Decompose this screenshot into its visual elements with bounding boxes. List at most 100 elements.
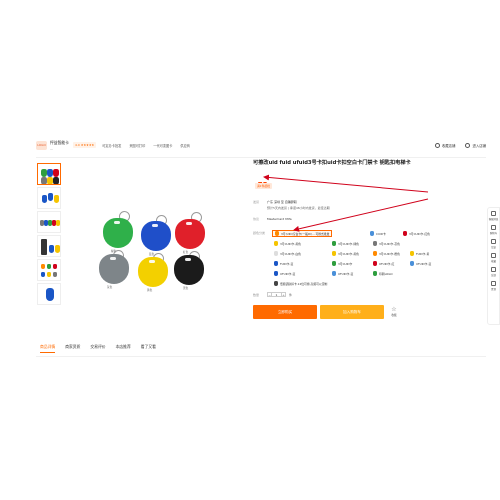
tab-store-recommend[interactable]: 本店推荐 — [116, 344, 131, 353]
thumbnail-6[interactable] — [37, 283, 61, 305]
shop-logo[interactable]: LOGO — [36, 140, 47, 150]
right-toolbar: 客服消息 购物车 足迹 收藏 反馈 置顶 — [487, 207, 500, 325]
variant-option[interactable]: 3号CUID卡-白色 — [272, 250, 303, 257]
variant-option[interactable]: UFUID卡-蓝 — [330, 270, 355, 277]
thumbnail-1[interactable] — [37, 163, 61, 185]
product-info: 可擦改uid fuid ufuid3号卡扣uid卡扣空白卡门禁卡 钥匙扣电梯卡 — [253, 160, 488, 167]
variant-label-text: 3号(UID)空白卡(一般ID)... 可擦式批发 — [281, 231, 330, 236]
favorite-shop-button[interactable]: 收藏店铺 — [434, 142, 456, 148]
rail-history-label: 足迹 — [491, 246, 496, 249]
rail-messages-label: 客服消息 — [488, 218, 499, 221]
shop-rating-badge: 4.0 ★★★★★ — [72, 142, 97, 148]
message-icon — [491, 211, 496, 216]
shop-link-3[interactable]: 一代可变图卡 — [153, 143, 172, 148]
variant-option[interactable]: 3号CUID卡-绿色 — [330, 240, 361, 247]
shop-link-1[interactable]: 可定办卡批发 — [102, 143, 121, 148]
variant-option[interactable]: 3号CUID卡-黄色 — [272, 240, 303, 247]
variant-option[interactable]: 3号CUID卡-红色 — [401, 230, 432, 237]
rail-favorites[interactable]: 收藏 — [491, 253, 496, 263]
heart-icon — [434, 142, 440, 148]
variant-swatch-icon — [403, 231, 407, 236]
protocol-value[interactable]: MasterCard Mifa — [267, 217, 292, 221]
quantity-increase-button[interactable]: + — [281, 292, 286, 297]
variant-swatch-icon — [373, 251, 377, 256]
variant-swatch-icon — [332, 251, 336, 256]
shop-header: LOGO 怦益智能卡 — 4.0 ★★★★★ 可定办卡批发 来图可打印 一代可变… — [36, 136, 486, 154]
tab-reviews[interactable]: 交易评价 — [90, 344, 105, 353]
variant-swatch-icon — [274, 241, 278, 246]
quantity-row: 数量 − 1 + 件 — [253, 292, 292, 297]
variant-label-text: UFUID卡-蓝 — [280, 271, 296, 276]
fob-yellow-icon — [47, 272, 51, 277]
tab-merchant-qualification[interactable]: 商家资质 — [65, 344, 80, 353]
variant-option[interactable]: FUID卡-黄 — [408, 250, 431, 257]
shop-link-2[interactable]: 来图可打印 — [129, 143, 145, 148]
variant-swatch-icon — [373, 261, 377, 266]
shop-link-4[interactable]: 供应商 — [180, 143, 190, 148]
fob-orange-icon — [41, 264, 45, 269]
variant-label-text: 3号CUID卡-灰色 — [379, 241, 400, 246]
variant-swatch-icon — [410, 251, 414, 256]
variant-option[interactable]: UFUID卡-红 — [371, 260, 396, 267]
tab-product-detail[interactable]: 商品详情 — [40, 344, 56, 353]
favorite-shop-label: 收藏店铺 — [441, 143, 456, 148]
rail-messages[interactable]: 客服消息 — [488, 211, 499, 221]
variant-option[interactable]: UFUID卡-蓝 — [272, 270, 297, 277]
top-blank-area — [0, 0, 500, 133]
rail-history[interactable]: 足迹 — [491, 239, 496, 249]
rail-cart[interactable]: 购物车 — [490, 225, 497, 235]
rail-top[interactable]: 置顶 — [491, 281, 496, 291]
shop-subtitle: — — [50, 146, 53, 151]
product-title: 可擦改uid fuid ufuid3号卡扣uid卡扣空白卡门禁卡 钥匙扣电梯卡 — [253, 160, 411, 166]
red-fob-label: 红色 — [183, 251, 189, 254]
thumbnail-5[interactable] — [37, 259, 61, 281]
variant-option[interactable]: 3号CUID卡-黄色 — [330, 250, 361, 257]
variant-option[interactable]: 3号CUID卡 — [330, 260, 354, 267]
shipping-label: 发货 — [253, 200, 260, 204]
main-product-image[interactable]: 绿色 蓝色 红色 灰色 黄色 黑色 — [73, 163, 233, 298]
arrow-to-variant — [293, 198, 429, 232]
variant-option[interactable]: UFUID卡-蓝 — [408, 260, 433, 267]
rail-feedback[interactable]: 反馈 — [491, 267, 496, 277]
variant-option[interactable]: 3号CUID卡-灰色 — [371, 240, 402, 247]
cart-icon — [490, 225, 496, 230]
price-tag: 满1件起批 — [255, 183, 272, 189]
shipping-row: 发货 广东 深圳 至 自确辞职 — [253, 200, 297, 204]
buy-now-button[interactable]: 立即购买 — [253, 305, 317, 319]
shop-name[interactable]: 怦益智能卡 — [50, 140, 69, 146]
star-rating-icon: ★★★★★ — [80, 143, 95, 147]
green-fob-image — [103, 218, 133, 248]
fob-blue-icon — [49, 245, 54, 253]
add-to-cart-button[interactable]: 加入购物车 — [320, 305, 384, 319]
quantity-input[interactable]: 1 — [272, 292, 281, 297]
variant-swatch-icon — [275, 231, 279, 236]
variant-option[interactable]: 印刷LOGO — [371, 270, 395, 277]
grey-fob-image — [99, 254, 129, 284]
variant-label-text: 3号CUID卡-黄色 — [338, 251, 359, 256]
fob-blue-icon — [48, 193, 53, 201]
variant-option[interactable]: FUID卡-蓝 — [272, 260, 295, 267]
variant-swatch-icon — [373, 241, 377, 246]
variant-option[interactable]: 3号CUID卡-橙色 — [371, 250, 402, 257]
variant-option[interactable]: 3号(UID)空白卡(一般ID)... 可擦式批发 — [272, 230, 333, 237]
variant-label-text: 3号CUID卡-黄色 — [280, 241, 301, 246]
thumbnail-3[interactable] — [37, 211, 61, 233]
favorite-button[interactable]: ☆ 收藏 — [389, 306, 399, 320]
rail-favorites-label: 收藏 — [491, 260, 496, 263]
thumbnail-4[interactable] — [37, 235, 61, 257]
feedback-icon — [491, 267, 496, 272]
variant-label-text: 低频钥匙扣卡·12位可擦·高频可以定制 — [280, 281, 328, 286]
fob-yellow-icon — [55, 245, 60, 253]
tab-also-viewed[interactable]: 看了又看 — [141, 344, 156, 353]
variant-option[interactable]: 低频钥匙扣卡·12位可擦·高频可以定制 — [272, 280, 329, 287]
enter-shop-button[interactable]: 进入店铺 — [465, 142, 486, 148]
variant-swatch-icon — [274, 271, 278, 276]
variant-label-text: 3号CUID卡-红色 — [409, 231, 430, 236]
rail-cart-label: 购物车 — [489, 232, 498, 235]
store-icon — [465, 142, 471, 148]
variant-swatch-icon — [370, 231, 374, 236]
thumbnail-2[interactable] — [37, 187, 61, 209]
fob-yellow-icon — [54, 195, 59, 203]
variant-option[interactable]: CUID卡 — [368, 230, 388, 237]
star-icon — [491, 253, 496, 258]
